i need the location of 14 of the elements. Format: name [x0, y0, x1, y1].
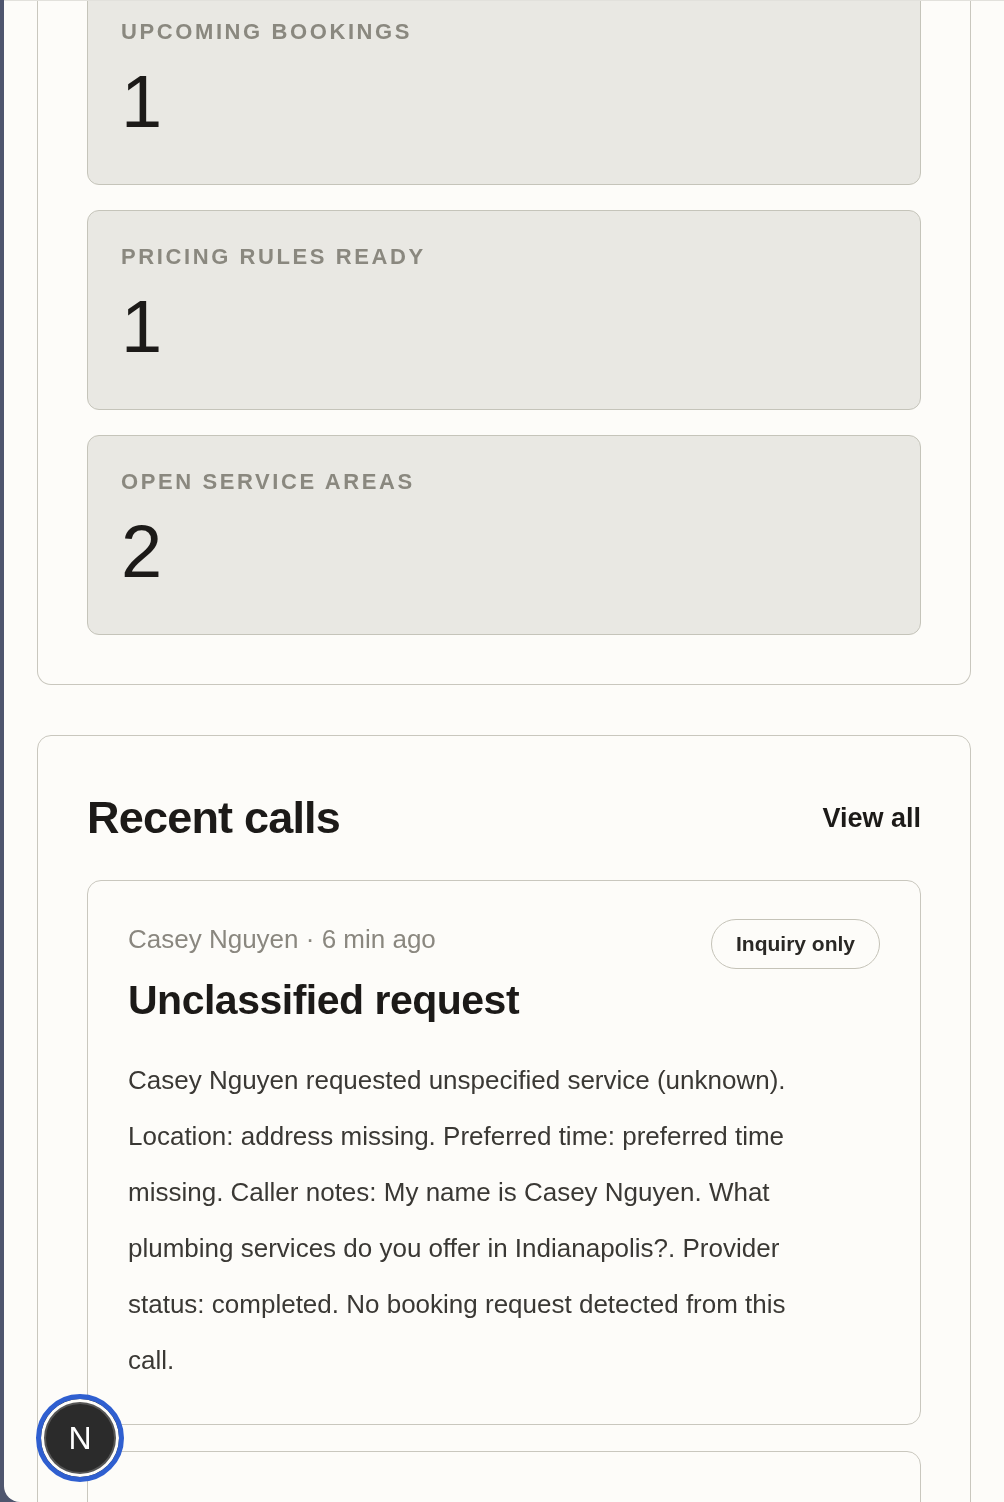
section-title: Recent calls [87, 792, 341, 844]
call-meta: Casey Nguyen · 6 min ago [128, 924, 436, 955]
call-card[interactable] [87, 880, 921, 1425]
dev-tools-button[interactable]: N [36, 1394, 124, 1482]
stat-label: OPEN SERVICE AREAS [121, 469, 416, 495]
view-all-link[interactable]: View all [822, 802, 921, 834]
stat-label: PRICING RULES READY [121, 244, 427, 270]
stat-value: 1 [121, 65, 164, 139]
call-summary: Casey Nguyen requested unspecified service (unknown). Location: address missing. Preferred time: preferred time missing. Caller notes: My name is Casey Nguyen. What plumbing services do you offer in Indianapolis?. Provider status: completed. No booking request detected from this call. [128, 1064, 787, 1377]
call-title: Unclassified request [128, 977, 521, 1024]
stat-value: 1 [121, 290, 164, 364]
stat-label: UPCOMING BOOKINGS [121, 19, 414, 45]
stat-value: 2 [121, 515, 164, 589]
status-badge: Inquiry only [711, 919, 880, 969]
